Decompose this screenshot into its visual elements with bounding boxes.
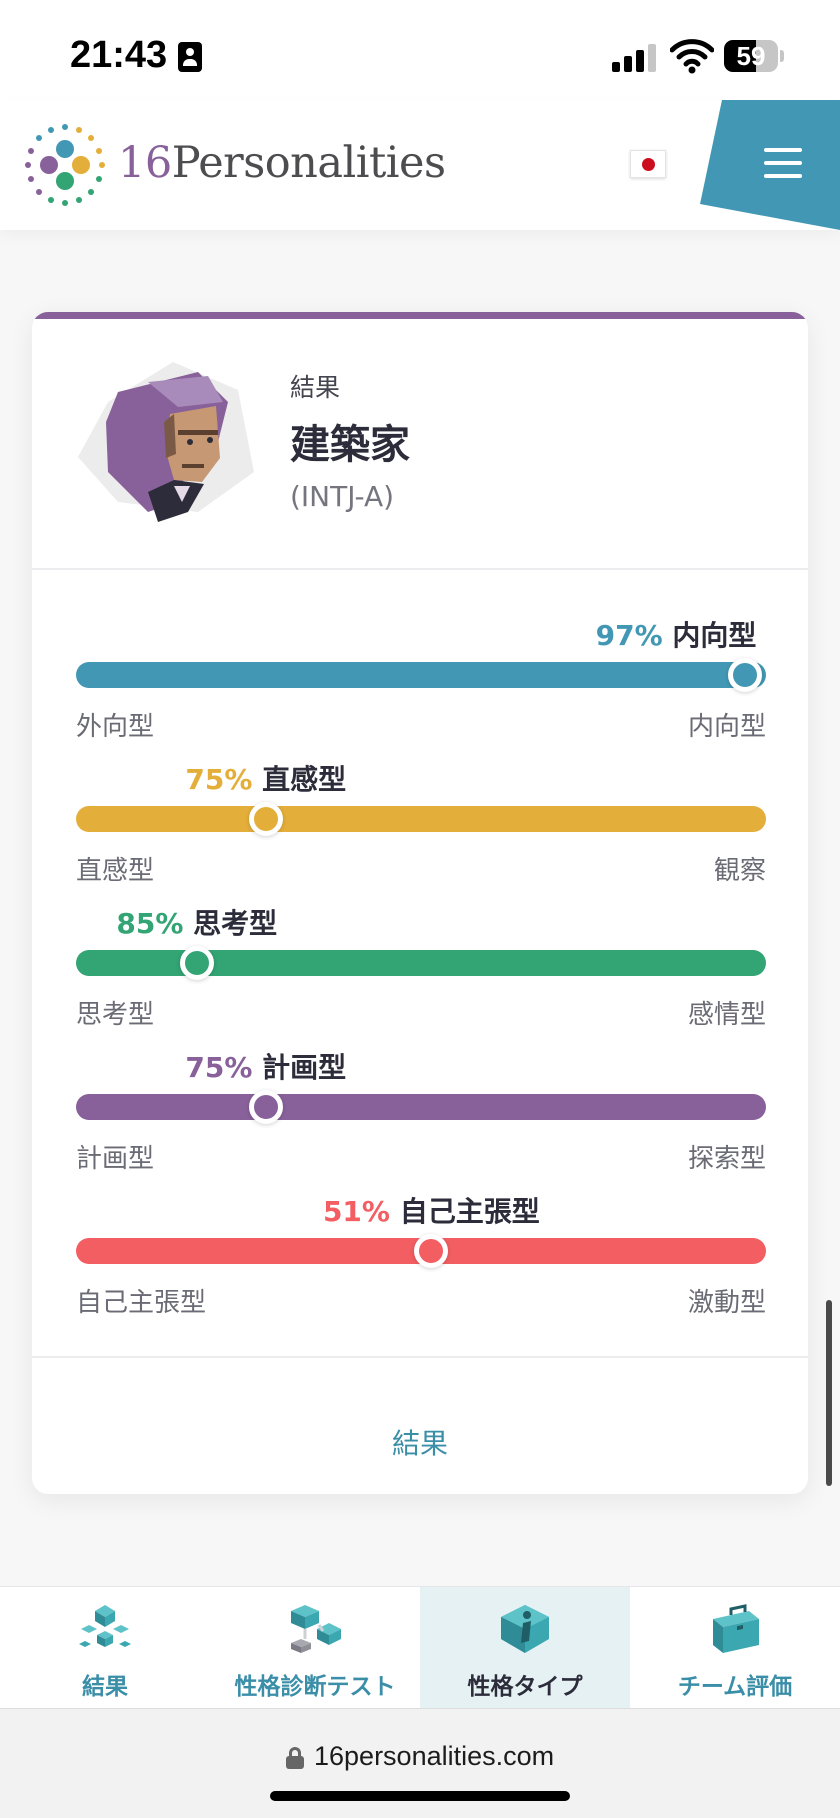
divider: [32, 1356, 808, 1358]
menu-button[interactable]: [700, 100, 840, 230]
trait-heading: 75% 計画型: [185, 1046, 346, 1086]
status-time: 21:43: [70, 34, 168, 76]
trait-right-label: 感情型: [687, 1000, 766, 1030]
trait-name: 思考型: [193, 907, 278, 940]
type-code: (INTJ-A): [290, 480, 395, 513]
nav-test-label: 性格診断テスト: [234, 1674, 396, 1700]
trait-left-label: 計画型: [76, 1144, 155, 1174]
trait-left-label: 外向型: [76, 712, 155, 742]
trait-left-label: 思考型: [76, 1000, 155, 1030]
test-icon: [291, 1605, 341, 1653]
trait-heading: 51% 自己主張型: [323, 1190, 540, 1230]
nav-team-label: チーム評価: [677, 1674, 793, 1700]
browser-url-bar[interactable]: 16personalities.com: [0, 1708, 840, 1818]
type-name: 建築家: [290, 422, 410, 468]
home-indicator[interactable]: [270, 1791, 570, 1801]
url-text: 16personalities.com: [314, 1741, 555, 1771]
trait-right-label: 探索型: [687, 1144, 766, 1174]
trait-name: 内向型: [672, 619, 757, 652]
battery-icon: 59: [724, 40, 778, 72]
logo-icon[interactable]: [22, 122, 108, 208]
trait-right-label: 激動型: [687, 1288, 766, 1318]
bottom-navigation: 結果 性格診断テスト 性格タイプ チーム評価: [0, 1586, 840, 1709]
results-icon: [79, 1605, 131, 1647]
site-header: 16Personalities: [0, 100, 840, 230]
trait-row: 75% 計画型 計画型 探索型: [76, 1046, 766, 1174]
trait-bar: [76, 662, 766, 688]
trait-slider-knob[interactable]: [728, 658, 763, 692]
trait-heading: 85% 思考型: [116, 902, 277, 942]
result-card: 結果 建築家 (INTJ-A) 97% 内向型 外向型 内向型 75% 直感型 直感型観…: [32, 312, 808, 1494]
scrollbar[interactable]: [826, 1300, 832, 1486]
nav-types-label: 性格タイプ: [467, 1674, 583, 1700]
logo-wordmark[interactable]: 16Personalities: [118, 138, 446, 188]
result-label: 結果: [290, 373, 341, 402]
trait-name: 自己主張型: [399, 1195, 540, 1228]
hamburger-icon: [764, 148, 802, 178]
nav-team[interactable]: チーム評価: [630, 1587, 840, 1709]
trait-slider-knob[interactable]: [414, 1234, 449, 1268]
trait-bar: [76, 1094, 766, 1120]
trait-slider-knob[interactable]: [179, 946, 214, 980]
trait-name: 直感型: [262, 763, 347, 796]
trait-percent: 85%: [116, 907, 184, 940]
divider: [32, 568, 808, 570]
trait-bar: [76, 806, 766, 832]
cellular-signal-icon: [612, 42, 658, 72]
trait-left-label: 直感型: [76, 856, 155, 886]
nav-results[interactable]: 結果: [0, 1587, 210, 1709]
battery-percent: 59: [736, 41, 766, 71]
language-flag-icon[interactable]: [630, 150, 666, 178]
trait-slider-knob[interactable]: [248, 1090, 283, 1124]
lock-icon: [286, 1747, 304, 1769]
nav-test[interactable]: 性格診断テスト: [210, 1587, 420, 1709]
architect-avatar: [78, 362, 254, 522]
id-card-icon: [178, 42, 202, 72]
trait-percent: 75%: [185, 1051, 253, 1084]
trait-percent: 75%: [185, 763, 253, 796]
trait-row: 85% 思考型 思考型 感情型: [76, 902, 766, 1030]
trait-heading: 97% 内向型: [596, 614, 757, 654]
trait-name: 計画型: [262, 1051, 347, 1084]
trait-left-label: 自己主張型: [76, 1288, 207, 1318]
trait-percent: 97%: [595, 619, 663, 652]
trait-row: 75% 直感型 直感型 観察: [76, 758, 766, 886]
trait-heading: 75% 直感型: [185, 758, 346, 798]
nav-types[interactable]: 性格タイプ: [420, 1587, 630, 1709]
trait-right-label: 観察: [713, 856, 766, 886]
briefcase-icon: [713, 1604, 759, 1653]
status-bar: 21:43 59: [0, 0, 840, 100]
trait-slider-knob[interactable]: [248, 802, 283, 836]
trait-row: 51% 自己主張型 自己主張型 激動型: [76, 1190, 766, 1318]
results-link[interactable]: 結果: [32, 1422, 808, 1462]
trait-row: 97% 内向型 外向型 内向型: [76, 614, 766, 742]
types-info-icon: [501, 1605, 549, 1653]
wifi-icon: [670, 39, 714, 74]
trait-right-label: 内向型: [687, 712, 766, 742]
nav-results-label: 結果: [82, 1674, 128, 1700]
trait-percent: 51%: [322, 1195, 390, 1228]
